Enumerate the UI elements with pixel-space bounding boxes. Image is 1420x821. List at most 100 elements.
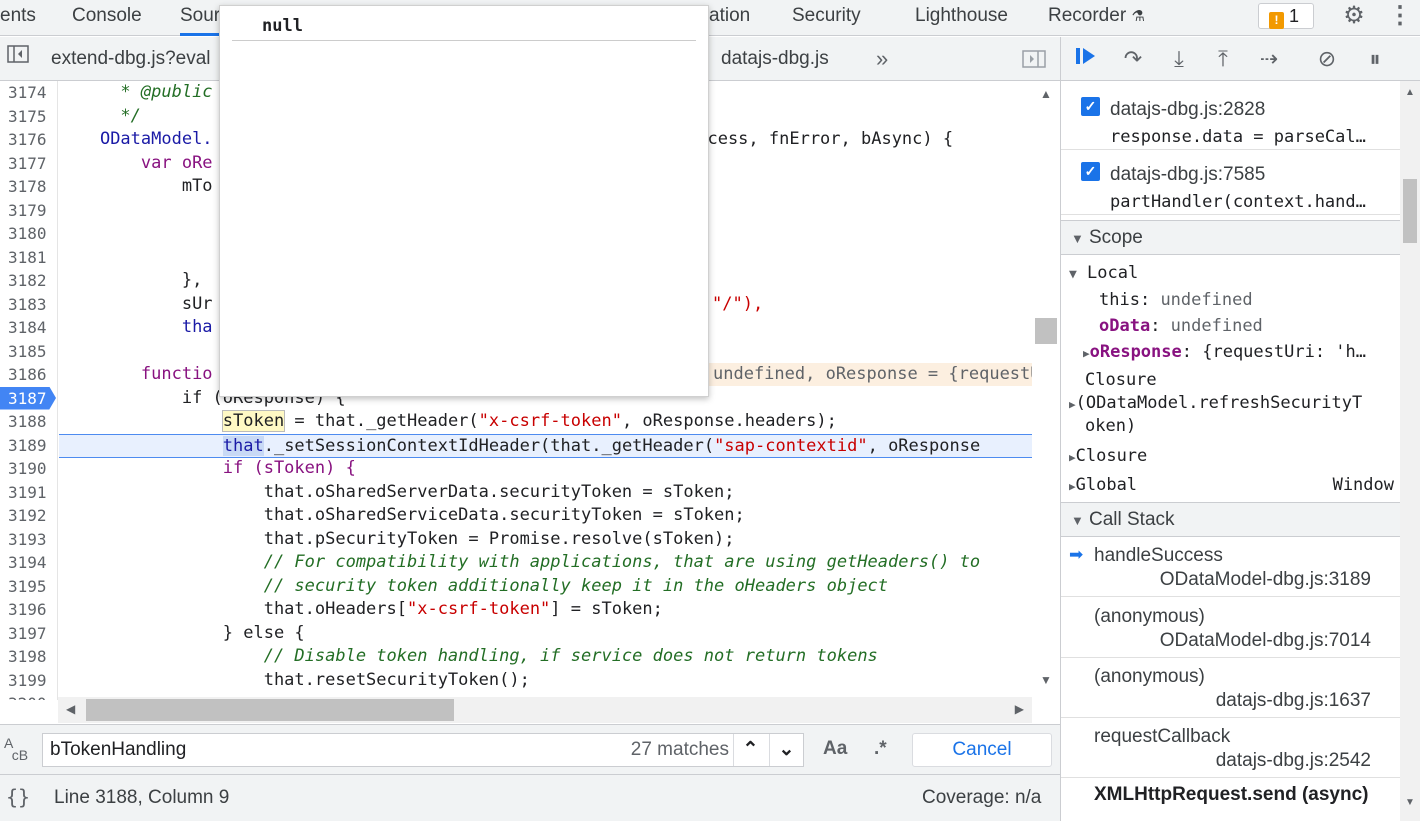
line-number[interactable]: 3179 [0,199,58,222]
scope-global[interactable]: ▶Global Window [1069,474,1394,498]
line-number[interactable]: 3180 [0,222,58,245]
code-comment: */ [120,105,141,126]
line-number[interactable]: 3196 [0,598,58,621]
line-number[interactable]: 3174 [0,81,58,104]
line-number[interactable]: 3190 [0,457,58,480]
editor-tab-extend-dbg[interactable]: extend-dbg.js?eval [51,37,211,81]
tab-application[interactable]: ation [709,0,750,36]
step-icon[interactable]: ⇢ [1255,45,1283,73]
popover-value: null [262,16,303,36]
scroll-right-icon[interactable]: ▶ [1015,702,1024,716]
step-over-icon[interactable]: ↷ [1119,45,1147,73]
code-text: mTo [181,176,213,196]
gear-icon[interactable]: ⚙ [1341,3,1367,29]
code-horizontal-scrollbar[interactable]: ◀ ▶ [58,697,1032,723]
resume-icon[interactable] [1073,45,1101,73]
line-number[interactable]: 3177 [0,152,58,175]
deactivate-breakpoints-icon[interactable]: ⊘ [1313,45,1341,73]
line-gutter[interactable]: 3174 3175 3176 3177 3178 3179 3180 3181 … [0,81,58,700]
code-text: , oResponse [867,435,981,456]
line-number[interactable]: 3199 [0,669,58,692]
line-number[interactable]: 3186 [0,363,58,386]
callstack-frame[interactable]: (anonymous) ODataModel-dbg.js:7014 [1061,598,1401,658]
scroll-down-icon[interactable]: ▼ [1405,797,1415,808]
step-into-icon[interactable]: ⤓ [1165,45,1193,73]
scrollbar-thumb[interactable] [1035,318,1057,344]
scroll-left-icon[interactable]: ◀ [66,702,75,716]
hover-token[interactable]: sToken [221,410,286,432]
replace-toggle-icon[interactable]: A cB [4,736,28,762]
regex-button[interactable]: .* [874,738,887,760]
callstack-frame[interactable]: ➡ handleSuccess ODataModel-dbg.js:3189 [1061,537,1401,597]
scope-var-this[interactable]: this: undefined [1099,289,1253,311]
line-number[interactable]: 3200 [0,692,58,700]
line-number[interactable]: 3198 [0,645,58,668]
tab-recorder[interactable]: Recorder ⚗ [1048,0,1145,36]
line-number[interactable]: 3181 [0,246,58,269]
triangle-right-icon: ▶ [1083,347,1090,360]
line-number[interactable]: 3175 [0,105,58,128]
callstack-frame[interactable]: (anonymous) datajs-dbg.js:1637 [1061,658,1401,718]
breakpoint-item[interactable]: ✓ datajs-dbg.js:2828 response.data = par… [1061,89,1401,150]
scope-section-header[interactable]: ▼ Scope [1061,220,1401,255]
global-label: Global [1075,475,1138,495]
triangle-down-icon: ▼ [1069,267,1077,282]
line-number[interactable]: 3189 [0,434,58,457]
toggle-navigator-icon[interactable] [4,37,32,81]
search-input[interactable]: bTokenHandling 27 matches ⌃ ⌄ [42,733,804,767]
debugger-toolbar: ↷ ⤓ ⤒ ⇢ ⊘ ⏸ [1061,37,1420,81]
code-line: that.pSecurityToken = Promise.resolve(sT… [59,528,1032,551]
scrollbar-thumb[interactable] [1403,179,1417,243]
tab-security[interactable]: Security [792,0,861,36]
scope-closure-refresh[interactable]: ▶(ODataModel.refreshSecurityT [1069,392,1362,416]
line-number[interactable]: 3185 [0,340,58,363]
step-out-icon[interactable]: ⤒ [1209,45,1237,73]
current-frame-arrow-icon: ➡ [1069,545,1084,564]
tab-sources[interactable]: Sour [180,0,221,36]
sidebar-scrollbar[interactable]: ▲ ▼ [1400,81,1420,821]
line-number[interactable]: 3182 [0,269,58,292]
line-number[interactable]: 3178 [0,175,58,198]
line-number[interactable]: 3192 [0,504,58,527]
more-tabs-icon[interactable]: » [876,37,888,81]
scope-closure[interactable]: ▶Closure [1069,445,1147,469]
match-case-button[interactable]: Aa [823,738,847,760]
code-text: ODataModel. [99,129,213,149]
scope-var-oresponse[interactable]: ▶oResponse: {requestUri: 'h… [1083,341,1366,365]
scroll-down-icon[interactable]: ▼ [1040,673,1052,687]
callstack-section-header[interactable]: ▼ Call Stack [1061,502,1401,537]
line-number[interactable]: 3188 [0,410,58,433]
line-number[interactable]: 3184 [0,316,58,339]
line-number[interactable]: 3176 [0,128,58,151]
line-number[interactable]: 3197 [0,622,58,645]
checkbox-checked-icon[interactable]: ✓ [1081,162,1100,181]
line-number[interactable]: 3195 [0,575,58,598]
chevron-up-icon[interactable]: ⌃ [733,734,767,766]
scrollbar-thumb[interactable] [86,699,454,721]
scope-local[interactable]: ▼ Local [1069,262,1138,286]
tab-console[interactable]: Console [72,0,142,36]
line-number[interactable]: 3193 [0,528,58,551]
editor-tab-datajs-dbg[interactable]: datajs-dbg.js [721,37,829,81]
more-menu-icon[interactable]: ⋮ [1387,3,1413,29]
issues-counter-button[interactable]: ! 1 [1258,3,1314,29]
scroll-up-icon[interactable]: ▲ [1405,87,1415,98]
callstack-frame[interactable]: requestCallback datajs-dbg.js:2542 [1061,718,1401,778]
checkbox-checked-icon[interactable]: ✓ [1081,97,1100,116]
line-number[interactable]: 3191 [0,481,58,504]
scope-var-odata[interactable]: oData: undefined [1099,315,1263,337]
pause-exceptions-icon[interactable]: ⏸ [1361,45,1389,73]
breakpoint-marker[interactable]: 3187 [0,386,56,410]
code-text: }, [181,270,203,290]
pretty-print-icon[interactable]: {} [6,785,30,809]
chevron-down-icon[interactable]: ⌄ [769,734,803,766]
cancel-button[interactable]: Cancel [912,733,1052,767]
code-vertical-scrollbar[interactable]: ▲ ▼ [1032,81,1060,700]
line-number[interactable]: 3183 [0,293,58,316]
tab-elements[interactable]: ents [0,0,36,36]
tab-lighthouse[interactable]: Lighthouse [915,0,1008,36]
toggle-debugger-icon[interactable] [1022,37,1046,81]
scroll-up-icon[interactable]: ▲ [1040,87,1052,101]
line-number[interactable]: 3194 [0,551,58,574]
breakpoint-item[interactable]: ✓ datajs-dbg.js:7585 partHandler(context… [1061,154,1401,215]
